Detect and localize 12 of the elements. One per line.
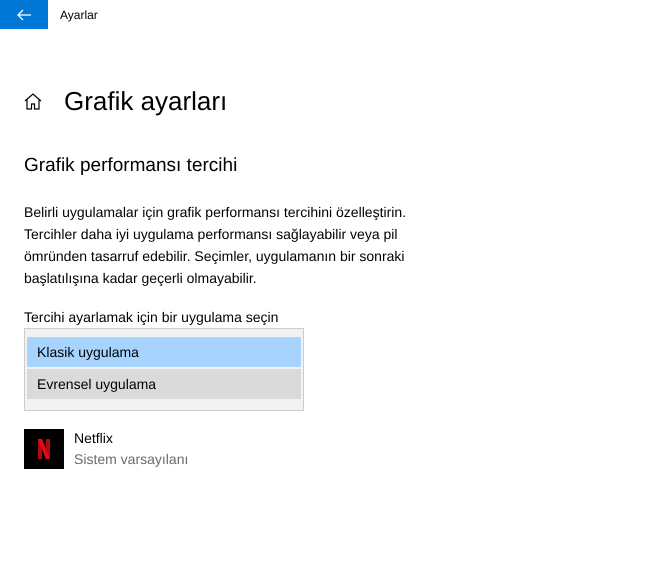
dropdown-option[interactable]: Evrensel uygulama — [27, 369, 301, 399]
page-title: Grafik ayarları — [64, 88, 228, 114]
dropdown-option[interactable]: Klasik uygulama — [27, 337, 301, 367]
window-title: Ayarlar — [60, 6, 98, 24]
app-logo-icon — [24, 429, 64, 469]
description-text: Belirli uygulamalar için grafik performansı tercihini özelleştirin. Tercihler daha iyi uygulama performansı sağlayabilir veya pil ömründen tasarruf edebilir. Seçimler, uygulamanın bir sonraki başlatılışına kadar geçerli olmayabilir. — [24, 203, 408, 288]
app-name: Netflix — [74, 429, 114, 448]
home-icon[interactable] — [24, 92, 42, 110]
app-picker-label: Tercihi ayarlamak için bir uygulama seçin — [24, 308, 280, 327]
section-heading: Grafik performansı tercihi — [24, 156, 238, 175]
back-arrow-icon — [17, 8, 31, 20]
app-preference: Sistem varsayılanı — [74, 450, 188, 469]
